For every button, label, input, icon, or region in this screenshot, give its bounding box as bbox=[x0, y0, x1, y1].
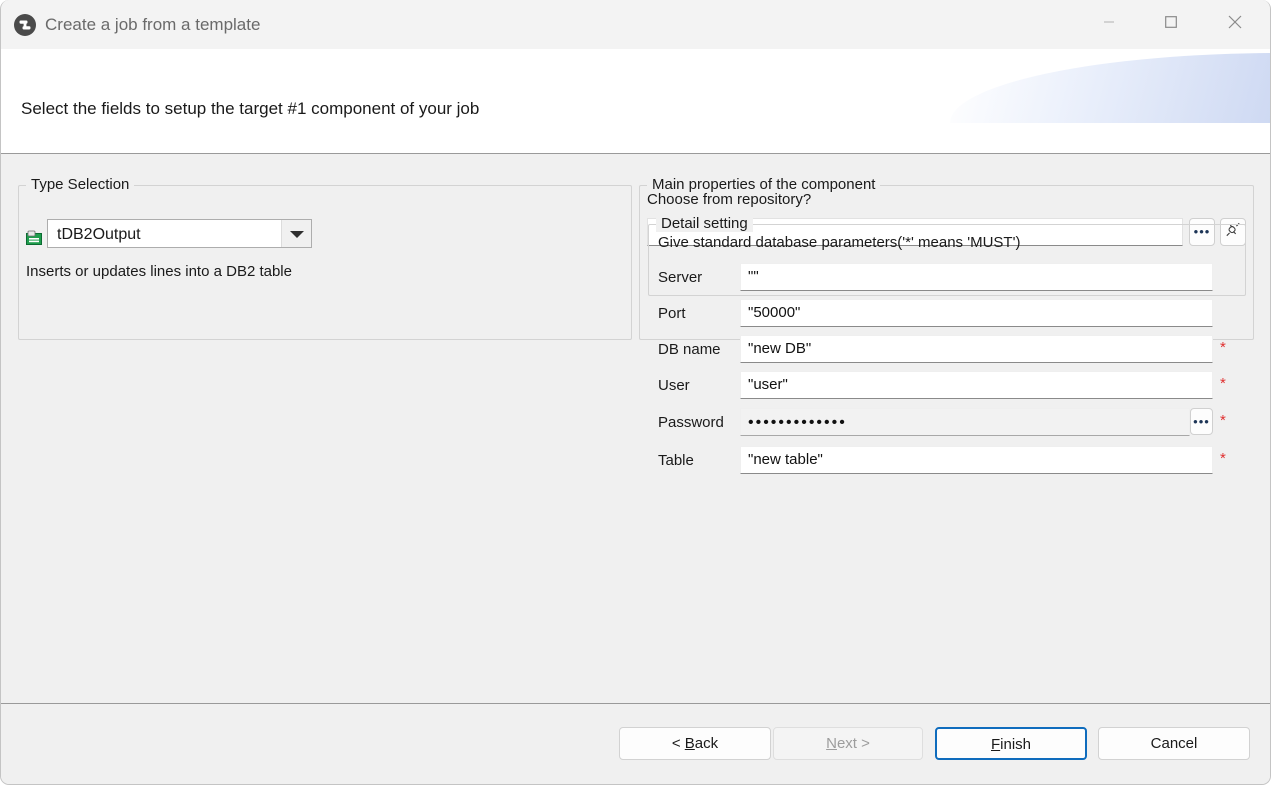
password-input[interactable]: ••••••••••••• bbox=[740, 408, 1190, 436]
ellipsis-icon: ••• bbox=[1193, 419, 1210, 425]
cancel-button[interactable]: Cancel bbox=[1098, 727, 1250, 760]
type-selection-label: Type Selection bbox=[26, 176, 134, 193]
talend-logo-icon bbox=[13, 13, 37, 37]
server-input[interactable]: "" bbox=[740, 263, 1213, 291]
component-type-value: tDB2Output bbox=[57, 224, 141, 245]
dialog-window: Create a job from a template Select the … bbox=[0, 0, 1271, 785]
db2-component-icon bbox=[26, 230, 42, 246]
repository-question-label: Choose from repository? bbox=[647, 191, 811, 208]
window-title: Create a job from a template bbox=[45, 13, 260, 37]
password-label: Password bbox=[658, 414, 724, 431]
port-input[interactable]: "50000" bbox=[740, 299, 1213, 327]
db-name-input[interactable]: "new DB" bbox=[740, 335, 1213, 363]
dialog-body: Type Selection tDB2Output Inserts or upd… bbox=[1, 154, 1270, 703]
title-bar: Create a job from a template bbox=[1, 0, 1271, 50]
table-input[interactable]: "new table" bbox=[740, 446, 1213, 474]
user-required-marker: * bbox=[1220, 375, 1226, 393]
user-input[interactable]: "user" bbox=[740, 371, 1213, 399]
field-row-password: Password ••••••••••••• ••• * bbox=[649, 408, 1245, 438]
chevron-down-icon[interactable] bbox=[281, 220, 311, 247]
dialog-footer: < Back Next > Finish Cancel bbox=[1, 703, 1270, 784]
wizard-header: Select the fields to setup the target #1… bbox=[1, 49, 1270, 154]
page-title: Select the fields to setup the target #1… bbox=[21, 99, 479, 119]
password-browse-button[interactable]: ••• bbox=[1190, 408, 1213, 435]
server-label: Server bbox=[658, 269, 702, 286]
detail-setting-hint: Give standard database parameters('*' me… bbox=[658, 234, 1020, 251]
field-row-port: Port "50000" bbox=[649, 299, 1245, 329]
maximize-icon[interactable] bbox=[1148, 0, 1194, 44]
db-name-label: DB name bbox=[658, 341, 721, 358]
port-label: Port bbox=[658, 305, 686, 322]
detail-setting-label: Detail setting bbox=[656, 215, 753, 232]
component-type-combo[interactable]: tDB2Output bbox=[47, 219, 312, 248]
type-selection-group: Type Selection tDB2Output Inserts or upd… bbox=[18, 185, 632, 340]
main-properties-group: Main properties of the component Choose … bbox=[639, 185, 1254, 340]
db-name-required-marker: * bbox=[1220, 339, 1226, 357]
user-label: User bbox=[658, 377, 690, 394]
next-button[interactable]: Next > bbox=[773, 727, 923, 760]
detail-setting-group: Detail setting Give standard database pa… bbox=[648, 224, 1246, 296]
table-required-marker: * bbox=[1220, 450, 1226, 468]
close-icon[interactable] bbox=[1212, 0, 1258, 44]
field-row-table: Table "new table" * bbox=[649, 446, 1245, 476]
table-label: Table bbox=[658, 452, 694, 469]
header-decoration bbox=[950, 53, 1270, 123]
minimize-icon[interactable] bbox=[1086, 0, 1132, 44]
back-button[interactable]: < Back bbox=[619, 727, 771, 760]
finish-button[interactable]: Finish bbox=[935, 727, 1087, 760]
password-required-marker: * bbox=[1220, 412, 1226, 430]
field-row-db-name: DB name "new DB" * bbox=[649, 335, 1245, 365]
component-description: Inserts or updates lines into a DB2 tabl… bbox=[26, 263, 292, 280]
field-row-server: Server "" bbox=[649, 263, 1245, 293]
field-row-user: User "user" * bbox=[649, 371, 1245, 401]
